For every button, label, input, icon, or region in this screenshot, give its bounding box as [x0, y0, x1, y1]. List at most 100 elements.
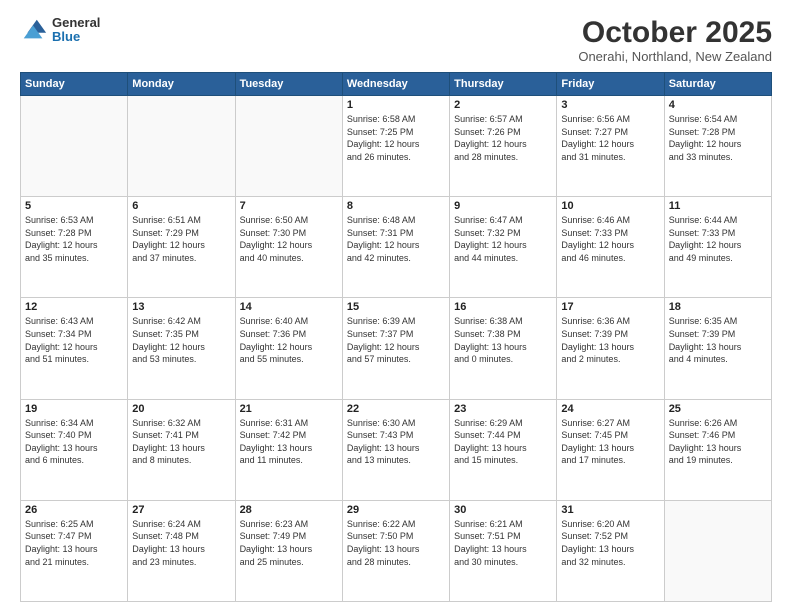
day-cell: 14 Sunrise: 6:40 AMSunset: 7:36 PMDayligh… — [235, 298, 342, 399]
day-cell: 5Sunrise: 6:53 AMSunset: 7:28 PMDaylight… — [21, 197, 128, 298]
day-cell: 29Sunrise: 6:22 AMSunset: 7:50 PMDayligh… — [342, 500, 449, 601]
day-number: 16 — [454, 301, 552, 313]
day-info: Sunrise: 6:26 AMSunset: 7:46 PMDaylight:… — [669, 417, 767, 467]
day-number: 19 — [25, 403, 123, 415]
col-friday: Friday — [557, 73, 664, 96]
day-cell: 21Sunrise: 6:31 AMSunset: 7:42 PMDayligh… — [235, 399, 342, 500]
day-number: 7 — [240, 200, 338, 212]
day-number: 20 — [132, 403, 230, 415]
day-info: Sunrise: 6:29 AMSunset: 7:44 PMDaylight:… — [454, 417, 552, 467]
day-info: Sunrise: 6:43 AMSunset: 7:34 PMDaylight:… — [25, 315, 123, 365]
day-info: Sunrise: 6:53 AMSunset: 7:28 PMDaylight:… — [25, 214, 123, 264]
day-number: 31 — [561, 504, 659, 516]
col-tuesday: Tuesday — [235, 73, 342, 96]
day-cell: 31 Sunrise: 6:20 AMSunset: 7:52 PMDayligh… — [557, 500, 664, 601]
day-cell: 15Sunrise: 6:39 AMSunset: 7:37 PMDayligh… — [342, 298, 449, 399]
day-cell: 19 Sunrise: 6:34 AMSunset: 7:40 PMDayligh… — [21, 399, 128, 500]
logo-general-text: General — [52, 16, 100, 30]
day-cell: 26 Sunrise: 6:25 AMSunset: 7:47 PMDayligh… — [21, 500, 128, 601]
header: General Blue October 2025 Onerahi, North… — [20, 16, 772, 64]
day-info: Sunrise: 6:54 AMSunset: 7:28 PMDaylight:… — [669, 113, 767, 163]
week-row-3: 12Sunrise: 6:43 AMSunset: 7:34 PMDayligh… — [21, 298, 772, 399]
day-number: 4 — [669, 99, 767, 111]
day-info: Sunrise: 6:42 AMSunset: 7:35 PMDaylight:… — [132, 315, 230, 365]
month-title: October 2025 — [578, 16, 772, 49]
day-info: Sunrise: 6:27 AMSunset: 7:45 PMDaylight:… — [561, 417, 659, 467]
day-cell: 12Sunrise: 6:43 AMSunset: 7:34 PMDayligh… — [21, 298, 128, 399]
day-cell: 25 Sunrise: 6:26 AMSunset: 7:46 PMDayligh… — [664, 399, 771, 500]
col-monday: Monday — [128, 73, 235, 96]
page: General Blue October 2025 Onerahi, North… — [0, 0, 792, 612]
day-cell: 30 Sunrise: 6:21 AMSunset: 7:51 PMDayligh… — [450, 500, 557, 601]
day-info: Sunrise: 6:57 AMSunset: 7:26 PMDaylight:… — [454, 113, 552, 163]
logo-text: General Blue — [52, 16, 100, 45]
day-cell: 11 Sunrise: 6:44 AMSunset: 7:33 PMDayligh… — [664, 197, 771, 298]
week-row-1: 1 Sunrise: 6:58 AMSunset: 7:25 PMDaylight… — [21, 96, 772, 197]
day-info: Sunrise: 6:48 AMSunset: 7:31 PMDaylight:… — [347, 214, 445, 264]
day-number: 27 — [132, 504, 230, 516]
day-cell — [235, 96, 342, 197]
day-info: Sunrise: 6:40 AMSunset: 7:36 PMDaylight:… — [240, 315, 338, 365]
day-number: 3 — [561, 99, 659, 111]
day-info: Sunrise: 6:23 AMSunset: 7:49 PMDaylight:… — [240, 518, 338, 568]
col-thursday: Thursday — [450, 73, 557, 96]
day-info: Sunrise: 6:58 AMSunset: 7:25 PMDaylight:… — [347, 113, 445, 163]
logo-blue-text: Blue — [52, 30, 100, 44]
day-info: Sunrise: 6:21 AMSunset: 7:51 PMDaylight:… — [454, 518, 552, 568]
day-number: 23 — [454, 403, 552, 415]
day-cell: 24 Sunrise: 6:27 AMSunset: 7:45 PMDayligh… — [557, 399, 664, 500]
logo: General Blue — [20, 16, 100, 45]
day-cell: 7 Sunrise: 6:50 AMSunset: 7:30 PMDaylight… — [235, 197, 342, 298]
calendar-header-row: Sunday Monday Tuesday Wednesday Thursday… — [21, 73, 772, 96]
day-number: 14 — [240, 301, 338, 313]
day-cell: 3 Sunrise: 6:56 AMSunset: 7:27 PMDaylight… — [557, 96, 664, 197]
day-info: Sunrise: 6:50 AMSunset: 7:30 PMDaylight:… — [240, 214, 338, 264]
day-info: Sunrise: 6:31 AMSunset: 7:42 PMDaylight:… — [240, 417, 338, 467]
day-number: 29 — [347, 504, 445, 516]
day-number: 26 — [25, 504, 123, 516]
calendar: Sunday Monday Tuesday Wednesday Thursday… — [20, 72, 772, 602]
day-info: Sunrise: 6:35 AMSunset: 7:39 PMDaylight:… — [669, 315, 767, 365]
day-cell: 1 Sunrise: 6:58 AMSunset: 7:25 PMDaylight… — [342, 96, 449, 197]
day-info: Sunrise: 6:30 AMSunset: 7:43 PMDaylight:… — [347, 417, 445, 467]
day-info: Sunrise: 6:44 AMSunset: 7:33 PMDaylight:… — [669, 214, 767, 264]
day-number: 10 — [561, 200, 659, 212]
day-cell: 18 Sunrise: 6:35 AMSunset: 7:39 PMDayligh… — [664, 298, 771, 399]
day-info: Sunrise: 6:46 AMSunset: 7:33 PMDaylight:… — [561, 214, 659, 264]
day-info: Sunrise: 6:51 AMSunset: 7:29 PMDaylight:… — [132, 214, 230, 264]
day-cell: 8 Sunrise: 6:48 AMSunset: 7:31 PMDaylight… — [342, 197, 449, 298]
day-cell — [128, 96, 235, 197]
day-number: 1 — [347, 99, 445, 111]
day-info: Sunrise: 6:24 AMSunset: 7:48 PMDaylight:… — [132, 518, 230, 568]
week-row-5: 26 Sunrise: 6:25 AMSunset: 7:47 PMDayligh… — [21, 500, 772, 601]
day-cell: 6Sunrise: 6:51 AMSunset: 7:29 PMDaylight… — [128, 197, 235, 298]
day-info: Sunrise: 6:47 AMSunset: 7:32 PMDaylight:… — [454, 214, 552, 264]
col-sunday: Sunday — [21, 73, 128, 96]
day-info: Sunrise: 6:25 AMSunset: 7:47 PMDaylight:… — [25, 518, 123, 568]
day-info: Sunrise: 6:32 AMSunset: 7:41 PMDaylight:… — [132, 417, 230, 467]
col-wednesday: Wednesday — [342, 73, 449, 96]
location: Onerahi, Northland, New Zealand — [578, 49, 772, 64]
day-info: Sunrise: 6:34 AMSunset: 7:40 PMDaylight:… — [25, 417, 123, 467]
logo-icon — [20, 16, 48, 44]
week-row-2: 5Sunrise: 6:53 AMSunset: 7:28 PMDaylight… — [21, 197, 772, 298]
day-number: 2 — [454, 99, 552, 111]
day-cell: 16Sunrise: 6:38 AMSunset: 7:38 PMDayligh… — [450, 298, 557, 399]
day-cell: 4 Sunrise: 6:54 AMSunset: 7:28 PMDaylight… — [664, 96, 771, 197]
day-number: 8 — [347, 200, 445, 212]
day-info: Sunrise: 6:56 AMSunset: 7:27 PMDaylight:… — [561, 113, 659, 163]
title-block: October 2025 Onerahi, Northland, New Zea… — [578, 16, 772, 64]
day-number: 13 — [132, 301, 230, 313]
day-number: 17 — [561, 301, 659, 313]
day-number: 18 — [669, 301, 767, 313]
day-number: 25 — [669, 403, 767, 415]
day-number: 30 — [454, 504, 552, 516]
day-number: 22 — [347, 403, 445, 415]
day-number: 11 — [669, 200, 767, 212]
week-row-4: 19 Sunrise: 6:34 AMSunset: 7:40 PMDayligh… — [21, 399, 772, 500]
day-number: 24 — [561, 403, 659, 415]
day-cell — [664, 500, 771, 601]
day-info: Sunrise: 6:20 AMSunset: 7:52 PMDaylight:… — [561, 518, 659, 568]
day-cell: 17Sunrise: 6:36 AMSunset: 7:39 PMDayligh… — [557, 298, 664, 399]
day-cell: 22 Sunrise: 6:30 AMSunset: 7:43 PMDayligh… — [342, 399, 449, 500]
